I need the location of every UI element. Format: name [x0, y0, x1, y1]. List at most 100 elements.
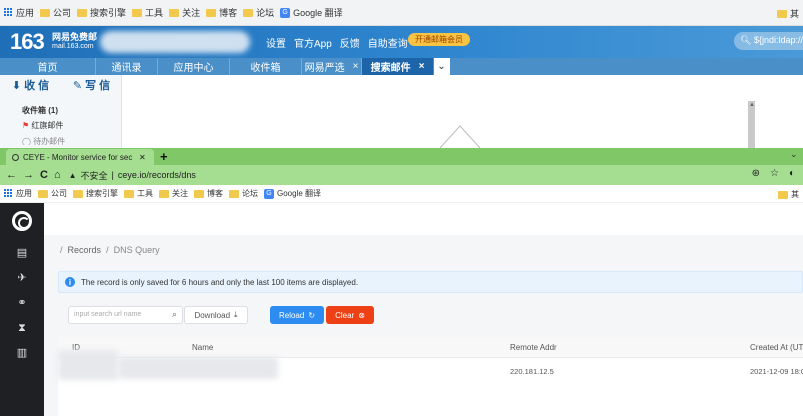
home-button[interactable]: ⌂ — [54, 169, 61, 181]
vip-button[interactable]: 开通邮箱会员 — [408, 33, 470, 46]
tab-dropdown-icon[interactable]: ⌄ — [434, 58, 450, 75]
bookmark-3[interactable]: 工具 — [132, 6, 163, 19]
download-button[interactable]: Download ⤓ — [184, 306, 248, 324]
mail-window: 应用 公司 搜索引擎 工具 关注 博客 论坛 G Google 翻译 其 163 网易免费邮 m… — [0, 0, 803, 148]
cell-remote-addr: 220.181.12.5 — [510, 367, 554, 376]
bookmark-2[interactable]: 搜索引擎 — [77, 6, 126, 19]
dns-records-table: ID Name Remote Addr Created At (UTC+ 220… — [58, 337, 803, 416]
rocket-icon[interactable]: ✈ — [16, 272, 28, 284]
folder-icon — [229, 189, 239, 198]
clear-button[interactable]: Clear ⊗ — [326, 306, 374, 324]
reload-button[interactable]: Reload ↻ — [270, 306, 324, 324]
folder-icon — [206, 8, 217, 17]
todo-folder[interactable]: ◯ 待办邮件 — [22, 136, 65, 145]
bookmark-1[interactable]: 公司 — [38, 188, 67, 199]
header-link-2[interactable]: 反馈 — [340, 35, 360, 50]
google-translate-icon: G — [280, 7, 291, 18]
bookmark-5[interactable]: 博客 — [194, 188, 223, 199]
new-tab-button[interactable]: + — [160, 149, 168, 164]
reload-page-button[interactable]: C — [40, 169, 48, 181]
bookmark-6[interactable]: 论坛 — [229, 188, 258, 199]
scroll-up-icon[interactable]: ▲ — [749, 102, 755, 108]
flag-icon: ⚑ — [22, 121, 30, 130]
bookmarks-overflow[interactable]: 其 — [778, 189, 799, 200]
google-translate-icon: G — [264, 188, 274, 199]
mail-tab-2[interactable]: 应用中心 — [158, 58, 230, 75]
bookmark-2[interactable]: 搜索引擎 — [73, 188, 118, 199]
flagged-folder[interactable]: ⚑ 红旗邮件 — [22, 120, 63, 131]
tab-strip: CEYE - Monitor service for sec ✕ + ⌄ — [0, 148, 803, 165]
tab-ceye[interactable]: CEYE - Monitor service for sec ✕ — [6, 149, 154, 165]
close-tab-icon[interactable]: × — [419, 61, 425, 72]
mail-tab-4[interactable]: 网易严选 × — [302, 58, 362, 75]
network-icon[interactable]: ⚭ — [16, 297, 28, 309]
bookmark-1[interactable]: 公司 — [40, 6, 71, 19]
refresh-icon: ↻ — [308, 310, 316, 320]
scrollbar[interactable] — [748, 101, 755, 148]
mail-tabs: 首页 通讯录 应用中心 收件箱 网易严选 × 搜索邮件 × ⌄ — [0, 58, 803, 75]
ceye-logo[interactable] — [12, 211, 32, 231]
mail-tab-0[interactable]: 首页 — [0, 58, 96, 75]
folder-icon — [169, 8, 180, 17]
receive-icon: ⬇ — [11, 79, 22, 92]
bookmark-5[interactable]: 博客 — [206, 6, 237, 19]
close-tab-icon[interactable]: ✕ — [139, 153, 146, 162]
breadcrumb: / Records / DNS Query — [60, 245, 160, 255]
bookmarks-overflow[interactable]: 其 — [776, 7, 799, 20]
apps-icon — [4, 189, 13, 198]
folder-icon — [73, 189, 83, 198]
mail-search-input[interactable]: 🔍︎ ${jndi:ldap:// — [734, 32, 803, 50]
extension-icon[interactable]: ◐ — [789, 168, 795, 179]
mail-logo[interactable]: 163 — [10, 29, 45, 55]
records-icon[interactable]: ▤ — [16, 247, 28, 259]
header-link-1[interactable]: 官方App — [294, 35, 332, 50]
bookmark-4[interactable]: 关注 — [159, 188, 188, 199]
mail-header: 163 网易免费邮 mail.163.com 设置 官方App 反馈 自助查询 开通邮… — [0, 26, 803, 58]
bookmark-7[interactable]: G Google 翻译 — [280, 6, 343, 19]
forward-button[interactable]: → — [23, 169, 34, 181]
receive-button[interactable]: ⬇ 收 信 — [0, 75, 61, 95]
folder-icon — [38, 189, 48, 198]
col-remote-addr[interactable]: Remote Addr — [510, 343, 557, 352]
folder-icon — [40, 8, 51, 17]
hourglass-icon[interactable]: ⧗ — [16, 322, 28, 334]
search-icon: 🔍︎ — [740, 35, 754, 45]
folder-icon — [243, 8, 254, 17]
search-input[interactable]: input search url name ⌕ — [68, 306, 183, 324]
inbox-folder[interactable]: 收件箱 (1) — [22, 105, 58, 116]
header-link-3[interactable]: 自助查询 — [368, 35, 408, 50]
mail-tab-1[interactable]: 通讯录 — [96, 58, 158, 75]
address-bar[interactable]: ▲ 不安全 | ceye.io/records/dns — [69, 169, 196, 182]
app-sidebar: ▤ ✈ ⚭ ⧗ ▥ — [0, 203, 44, 416]
tab-menu-icon[interactable]: ⌄ — [790, 149, 798, 160]
download-icon: ⤓ — [234, 310, 238, 319]
header-link-0[interactable]: 设置 — [266, 35, 286, 50]
star-icon[interactable]: ☆ — [770, 168, 779, 179]
mail-logo-text: 网易免费邮 mail.163.com — [52, 32, 98, 50]
back-button[interactable]: ← — [6, 169, 17, 181]
bookmark-4[interactable]: 关注 — [169, 6, 200, 19]
bookmarks-bar: 应用 公司 搜索引擎 工具 关注 博客 论坛 G Google 翻译 — [0, 0, 803, 26]
col-created-at[interactable]: Created At (UTC+ — [750, 343, 803, 352]
write-icon: ✎ — [72, 79, 83, 92]
bookmark-7[interactable]: G Google 翻译 — [264, 188, 321, 199]
write-button[interactable]: ✎ 写 信 — [61, 75, 122, 95]
folder-icon — [124, 189, 134, 198]
col-name[interactable]: Name — [192, 343, 213, 352]
bookmark-0[interactable]: 应用 — [4, 6, 34, 19]
info-notice: i The record is only saved for 6 hours a… — [58, 271, 803, 293]
popup-caret — [440, 125, 480, 148]
document-icon[interactable]: ▥ — [16, 347, 28, 359]
mail-tab-5[interactable]: 搜索邮件 × — [362, 58, 434, 75]
share-icon[interactable]: ⊛ — [752, 168, 760, 179]
bookmark-0[interactable]: 应用 — [4, 188, 32, 199]
table-header: ID Name Remote Addr Created At (UTC+ — [58, 337, 803, 358]
apps-icon — [4, 8, 13, 17]
header-links: 设置 官方App 反馈 自助查询 — [266, 35, 408, 50]
breadcrumb-records[interactable]: Records — [68, 245, 102, 255]
search-icon[interactable]: ⌕ — [172, 309, 177, 320]
mail-tab-3[interactable]: 收件箱 — [230, 58, 302, 75]
bookmark-3[interactable]: 工具 — [124, 188, 153, 199]
bookmark-6[interactable]: 论坛 — [243, 6, 274, 19]
close-tab-icon[interactable]: × — [353, 61, 359, 72]
